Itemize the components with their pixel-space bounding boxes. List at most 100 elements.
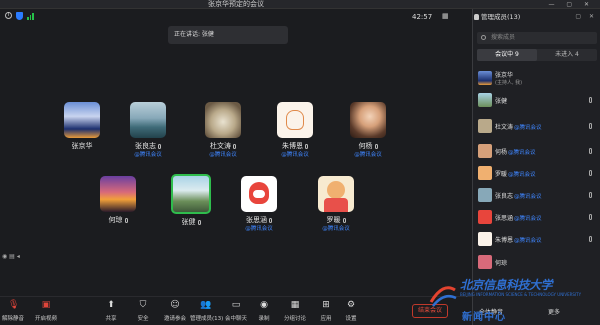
participant-name: 朱博恩 (265, 142, 325, 151)
participant-name: 何琼 (88, 216, 148, 225)
member-tabs: 会议中 9 未进入 4 (477, 49, 597, 61)
panel-title: 管理成员(13) (481, 13, 521, 21)
avatar (350, 102, 386, 138)
title-bar: 张京华预定的会议 — ▢ ✕ (0, 0, 600, 9)
avatar (478, 119, 492, 133)
participant-tile-speaking[interactable]: 张健 (161, 174, 221, 227)
member-row[interactable]: 何杨@腾讯会议 (473, 142, 600, 161)
member-row[interactable]: 张健 (473, 91, 600, 110)
participant-tile[interactable]: 张京华 (52, 102, 112, 151)
breakout-icon: ▦ (290, 300, 300, 310)
meeting-window: 张京华预定的会议 — ▢ ✕ i 42:57 ▦ 正在讲话: 张健 张京华 张良… (0, 0, 600, 325)
mic-icon (233, 143, 236, 149)
start-video-button[interactable]: ▣ 开启视频 (31, 300, 61, 322)
avatar (478, 71, 492, 85)
participant-name: 罗暖 (306, 216, 366, 225)
security-button[interactable]: ⛉ 安全 (128, 300, 158, 322)
window-controls[interactable]: — ▢ ✕ (548, 0, 594, 9)
record-icon: ◉ (260, 300, 268, 310)
member-row[interactable]: 张京华 (主持人, 我) (473, 69, 600, 88)
member-row[interactable]: 张思涵@腾讯会议 (473, 208, 600, 227)
camera-off-icon: ▣ (41, 300, 51, 310)
mic-icon (589, 214, 592, 220)
person-icon (474, 14, 479, 20)
avatar (205, 102, 241, 138)
share-icon: ⬆ (107, 300, 115, 310)
tencent-tag: @腾讯会议 (209, 152, 237, 158)
tencent-tag: @腾讯会议 (134, 152, 162, 158)
avatar (478, 144, 492, 158)
manage-members-button[interactable]: 👥 管理成员(13) (190, 300, 223, 322)
tab-not-joined[interactable]: 未进入 4 (537, 49, 597, 61)
gear-icon: ⚙ (346, 300, 356, 310)
member-row[interactable]: 朱博恩@腾讯会议 (473, 230, 600, 249)
member-row[interactable]: 张良志@腾讯会议 (473, 186, 600, 205)
members-icon: 👥 (200, 300, 212, 310)
gallery-nav-icons[interactable]: ◉ ▤ ◂ (2, 253, 20, 260)
avatar (277, 102, 313, 138)
mic-icon (589, 97, 592, 103)
participant-tile[interactable]: 何琼 (88, 176, 148, 225)
member-row[interactable]: 杜文涛@腾讯会议 (473, 117, 600, 136)
tencent-tag: @腾讯会议 (322, 226, 350, 232)
mic-icon (374, 143, 378, 149)
avatar (318, 176, 354, 212)
participant-tile[interactable]: 朱博恩 @腾讯会议 (265, 102, 325, 159)
mic-icon (305, 143, 308, 149)
unmute-button[interactable]: 🎙 解除静音 (0, 300, 28, 322)
participant-tile[interactable]: 张良志 @腾讯会议 (118, 102, 178, 159)
invite-button[interactable]: ☺ 邀请参会 (160, 300, 190, 322)
member-search-input[interactable]: 搜索成员 (477, 32, 597, 44)
signal-icon (27, 13, 35, 20)
settings-button[interactable]: ⚙ 设置 (336, 300, 366, 322)
tencent-tag: @腾讯会议 (281, 152, 309, 158)
participant-name: 张京华 (71, 142, 93, 150)
shield-icon[interactable] (16, 12, 23, 20)
mic-icon (589, 148, 592, 154)
invite-icon: ☺ (170, 300, 180, 310)
participant-name: 张健 (161, 218, 221, 227)
avatar (478, 166, 492, 180)
avatar (478, 255, 492, 269)
speaking-indicator: 正在讲话: 张健 (168, 26, 288, 44)
panel-window-controls[interactable]: ▢ ✕ (575, 11, 597, 23)
share-button[interactable]: ⬆ 共享 (96, 300, 126, 322)
mic-icon (589, 236, 592, 242)
member-row[interactable]: 罗暖@腾讯会议 (473, 164, 600, 183)
chat-icon: ▭ (231, 300, 241, 310)
avatar (478, 210, 492, 224)
mic-icon (124, 217, 128, 223)
chat-button[interactable]: ▭ 会中聊天 (221, 300, 251, 322)
apps-icon: ⊞ (322, 300, 330, 310)
mic-off-icon: 🎙 (8, 300, 20, 310)
view-toggle-icon[interactable]: ▦ (442, 12, 449, 20)
info-icon[interactable]: i (5, 12, 12, 19)
meeting-timer: 42:57 (412, 13, 433, 21)
participant-name: 杜文涛 (193, 142, 253, 151)
avatar (241, 176, 277, 212)
participant-tile[interactable]: 张思涵 @腾讯会议 (229, 176, 289, 233)
avatar (100, 176, 136, 212)
participant-tile[interactable]: 罗暖 @腾讯会议 (306, 176, 366, 233)
avatar (130, 102, 166, 138)
tab-in-meeting[interactable]: 会议中 9 (477, 49, 537, 61)
record-button[interactable]: ◉ 录制 (249, 300, 279, 322)
participant-name: 张良志 (118, 142, 178, 151)
mic-icon (269, 217, 272, 223)
avatar (171, 174, 211, 214)
panel-header: 管理成员(13) ▢ ✕ (473, 11, 600, 23)
shield-icon: ⛉ (139, 300, 147, 310)
participant-tile[interactable]: 何杨 @腾讯会议 (338, 102, 398, 159)
avatar (478, 93, 492, 107)
avatar (478, 188, 492, 202)
avatar (64, 102, 100, 138)
window-title: 张京华预定的会议 (208, 0, 264, 8)
mic-icon (589, 170, 592, 176)
mic-icon (158, 143, 161, 149)
mic-icon (589, 192, 592, 198)
breakout-button[interactable]: ▦ 分组讨论 (280, 300, 310, 322)
meeting-toolbar: 🎙 解除静音 ▣ 开启视频 ⬆ 共享 ⛉ 安全 ☺ 邀请参会 👥 管理成员(13) ▭ 会中聊… (0, 296, 472, 325)
mic-icon (197, 219, 201, 225)
tencent-tag: @腾讯会议 (245, 226, 273, 232)
participant-tile[interactable]: 杜文涛 @腾讯会议 (193, 102, 253, 159)
